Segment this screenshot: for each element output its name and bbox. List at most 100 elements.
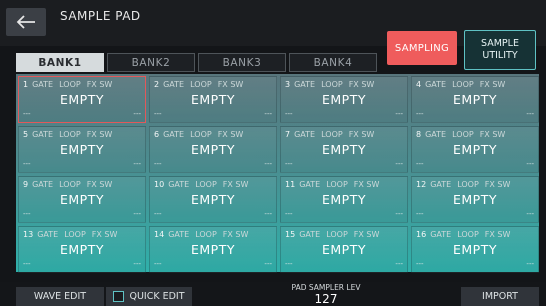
pad-end-value: --- xyxy=(264,110,272,118)
sample-utility-button[interactable]: SAMPLE UTILITY xyxy=(464,30,536,70)
pad-option-loop: LOOP xyxy=(452,130,474,139)
wave-edit-button[interactable]: WAVE EDIT xyxy=(16,287,104,306)
pad-header: 7 GATE LOOP FX SW xyxy=(285,130,403,139)
pad-start-value: --- xyxy=(416,110,424,118)
pad-option-loop: LOOP xyxy=(195,180,217,189)
pad-header: 15 GATE LOOP FX SW xyxy=(285,230,403,239)
pad-start-value: --- xyxy=(23,160,31,168)
sample-utility-label-line2: UTILITY xyxy=(482,50,518,61)
pad-header: 6 GATE LOOP FX SW xyxy=(154,130,272,139)
pad-9[interactable]: 9 GATE LOOP FX SW EMPTY --- --- xyxy=(18,176,146,223)
pad-number: 8 xyxy=(416,130,422,139)
pad-option-loop: LOOP xyxy=(59,130,81,139)
pad-end-value: --- xyxy=(395,110,403,118)
pad-7[interactable]: 7 GATE LOOP FX SW EMPTY --- --- xyxy=(280,126,408,173)
pad-end-value: --- xyxy=(395,210,403,218)
pad-option-gate: GATE xyxy=(32,130,54,139)
pad-header: 16 GATE LOOP FX SW xyxy=(416,230,534,239)
pad-option-fx-sw: FX SW xyxy=(484,180,511,189)
pad-option-gate: GATE xyxy=(37,230,59,239)
pad-sampler-level-label: PAD SAMPLER LEV xyxy=(291,283,361,292)
pad-option-gate: GATE xyxy=(163,80,185,89)
pad-option-gate: GATE xyxy=(32,80,54,89)
quick-edit-toggle[interactable]: QUICK EDIT xyxy=(106,287,192,306)
pad-option-gate: GATE xyxy=(430,180,452,189)
pad-end-value: --- xyxy=(526,210,534,218)
pad-header: 10 GATE LOOP FX SW xyxy=(154,180,272,189)
pad-number: 7 xyxy=(285,130,291,139)
pad-number: 11 xyxy=(285,180,296,189)
pad-8[interactable]: 8 GATE LOOP FX SW EMPTY --- --- xyxy=(411,126,539,173)
pad-start-value: --- xyxy=(285,110,293,118)
pad-number: 6 xyxy=(154,130,160,139)
pad-end-value: --- xyxy=(133,160,141,168)
pad-start-value: --- xyxy=(23,210,31,218)
pad-start-value: --- xyxy=(154,110,162,118)
sampling-button[interactable]: SAMPLING xyxy=(387,31,457,65)
pad-option-gate: GATE xyxy=(299,230,321,239)
pad-14[interactable]: 14 GATE LOOP FX SW EMPTY --- --- xyxy=(149,226,277,273)
pad-10[interactable]: 10 GATE LOOP FX SW EMPTY --- --- xyxy=(149,176,277,223)
pad-sampler-level-value[interactable]: 127 xyxy=(282,292,370,306)
pad-header: 2 GATE LOOP FX SW xyxy=(154,80,272,89)
tab-bank3[interactable]: BANK3 xyxy=(198,53,286,72)
pad-option-gate: GATE xyxy=(425,130,447,139)
pad-name: EMPTY xyxy=(191,192,235,207)
quick-edit-checkbox[interactable] xyxy=(113,291,125,302)
pad-end-value: --- xyxy=(264,260,272,268)
pad-option-fx-sw: FX SW xyxy=(217,130,244,139)
pad-header: 5 GATE LOOP FX SW xyxy=(23,130,141,139)
pad-option-loop: LOOP xyxy=(64,230,86,239)
pad-15[interactable]: 15 GATE LOOP FX SW EMPTY --- --- xyxy=(280,226,408,273)
pad-end-value: --- xyxy=(264,160,272,168)
pad-start-value: --- xyxy=(416,260,424,268)
pad-5[interactable]: 5 GATE LOOP FX SW EMPTY --- --- xyxy=(18,126,146,173)
pad-start-value: --- xyxy=(285,210,293,218)
pad-12[interactable]: 12 GATE LOOP FX SW EMPTY --- --- xyxy=(411,176,539,223)
pad-end-value: --- xyxy=(264,210,272,218)
pad-name: EMPTY xyxy=(453,92,497,107)
pad-start-value: --- xyxy=(285,160,293,168)
import-button[interactable]: IMPORT xyxy=(461,287,539,306)
pad-option-loop: LOOP xyxy=(321,80,343,89)
pad-13[interactable]: 13 GATE LOOP FX SW EMPTY --- --- xyxy=(18,226,146,273)
pad-name: EMPTY xyxy=(60,242,104,257)
pad-11[interactable]: 11 GATE LOOP FX SW EMPTY --- --- xyxy=(280,176,408,223)
pad-option-gate: GATE xyxy=(294,130,316,139)
bank-tabs: BANK1 BANK2 BANK3 BANK4 xyxy=(16,53,380,73)
tab-bank4[interactable]: BANK4 xyxy=(289,53,377,72)
pad-option-fx-sw: FX SW xyxy=(86,130,113,139)
pad-name: EMPTY xyxy=(60,92,104,107)
pad-option-loop: LOOP xyxy=(457,180,479,189)
pad-1[interactable]: 1 GATE LOOP FX SW EMPTY --- --- xyxy=(18,76,146,123)
pad-name: EMPTY xyxy=(322,242,366,257)
pad-name: EMPTY xyxy=(453,192,497,207)
pad-option-gate: GATE xyxy=(168,230,190,239)
pad-end-value: --- xyxy=(133,110,141,118)
pad-number: 15 xyxy=(285,230,296,239)
pad-3[interactable]: 3 GATE LOOP FX SW EMPTY --- --- xyxy=(280,76,408,123)
pad-2[interactable]: 2 GATE LOOP FX SW EMPTY --- --- xyxy=(149,76,277,123)
pad-option-fx-sw: FX SW xyxy=(479,130,506,139)
pad-option-fx-sw: FX SW xyxy=(348,130,375,139)
pad-number: 2 xyxy=(154,80,160,89)
pad-16[interactable]: 16 GATE LOOP FX SW EMPTY --- --- xyxy=(411,226,539,273)
pad-option-fx-sw: FX SW xyxy=(479,80,506,89)
pad-number: 13 xyxy=(23,230,34,239)
pad-name: EMPTY xyxy=(60,142,104,157)
tab-bank2[interactable]: BANK2 xyxy=(107,53,195,72)
pad-option-fx-sw: FX SW xyxy=(348,80,375,89)
pad-start-value: --- xyxy=(23,110,31,118)
back-button[interactable] xyxy=(6,8,46,36)
pad-header: 8 GATE LOOP FX SW xyxy=(416,130,534,139)
pad-name: EMPTY xyxy=(453,242,497,257)
tab-bank1[interactable]: BANK1 xyxy=(16,53,104,72)
pad-name: EMPTY xyxy=(60,192,104,207)
pad-option-loop: LOOP xyxy=(452,80,474,89)
pad-header: 1 GATE LOOP FX SW xyxy=(23,80,141,89)
pad-number: 14 xyxy=(154,230,165,239)
pad-option-fx-sw: FX SW xyxy=(222,230,249,239)
pad-4[interactable]: 4 GATE LOOP FX SW EMPTY --- --- xyxy=(411,76,539,123)
pad-6[interactable]: 6 GATE LOOP FX SW EMPTY --- --- xyxy=(149,126,277,173)
pad-start-value: --- xyxy=(416,160,424,168)
